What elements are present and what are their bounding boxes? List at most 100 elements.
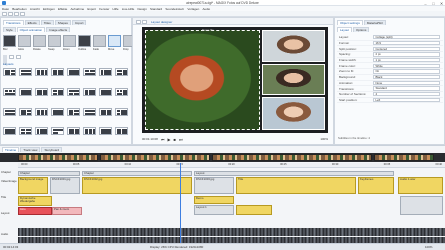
layout-thumbnail[interactable] xyxy=(67,68,80,76)
effect-rotate-tile[interactable] xyxy=(33,35,46,47)
tab-titles[interactable]: Titles xyxy=(40,20,54,25)
menu-templates[interactable]: Vorlagen xyxy=(187,7,199,11)
layout-sub-clip[interactable]: Layout 1 xyxy=(194,205,234,215)
undo-icon[interactable] xyxy=(2,12,7,16)
tab-options[interactable]: Options xyxy=(353,27,370,32)
layout-thumbnail[interactable] xyxy=(83,68,96,76)
prop-start-value[interactable]: Left xyxy=(373,97,440,102)
tab-transitions[interactable]: Transitions xyxy=(3,20,24,25)
layout-thumbnail[interactable] xyxy=(35,107,48,116)
prop-spacing-value[interactable]: 2 px xyxy=(373,52,440,57)
tab-object-settings[interactable]: Object settings xyxy=(337,20,363,25)
tab-material[interactable]: Material/Stil xyxy=(363,20,386,25)
fit-icon[interactable] xyxy=(136,19,141,24)
minimize-button[interactable]: – xyxy=(422,1,429,6)
effect-glow-tile[interactable] xyxy=(18,35,31,47)
keyframe-clip[interactable]: Keyframes xyxy=(358,177,394,194)
background-clip[interactable]: Background image xyxy=(18,177,48,194)
layout-thumbnail[interactable] xyxy=(99,127,112,136)
effect-move-tile[interactable] xyxy=(108,35,121,47)
effect-zoom-tile[interactable] xyxy=(63,35,76,47)
layout-thumbnail[interactable] xyxy=(3,127,16,136)
layout-thumbnail[interactable] xyxy=(99,68,112,76)
menu-record[interactable]: Aufnahme xyxy=(70,7,84,11)
prop-animation-value[interactable]: None xyxy=(373,80,440,85)
menu-audio[interactable]: Audio xyxy=(202,7,210,11)
rewind-icon[interactable]: ⏮ xyxy=(161,137,165,142)
layout-sub-clip[interactable] xyxy=(236,205,272,215)
menu-edit[interactable]: Bearbeiten xyxy=(12,7,27,11)
layout-thumbnail[interactable] xyxy=(35,127,48,136)
layout-thumbnail[interactable] xyxy=(35,87,48,96)
zoom-level[interactable]: 100% xyxy=(320,137,328,141)
time-ruler[interactable]: 00:00 00:05 00:10 00:15 00:20 00:25 00:3… xyxy=(18,163,445,168)
menu-export[interactable]: Export xyxy=(87,7,96,11)
settings-icon[interactable] xyxy=(20,12,25,16)
menu-sound[interactable]: Soundeinstell. xyxy=(165,7,184,11)
side-photo-middle[interactable] xyxy=(262,64,325,95)
title-clip[interactable]: Title xyxy=(236,177,356,194)
redo-icon[interactable] xyxy=(8,12,13,16)
preview-screen[interactable]: Demo file xyxy=(142,27,328,133)
prop-sections-value[interactable]: 4 xyxy=(373,92,440,97)
layout-thumbnail[interactable] xyxy=(19,127,32,136)
layout-thumbnail[interactable] xyxy=(99,87,112,96)
save-icon[interactable] xyxy=(14,12,19,16)
menu-live-help[interactable]: Live-Hilfe xyxy=(122,7,135,11)
side-photo-bottom[interactable] xyxy=(262,97,325,130)
image-clip[interactable]: DSCF1003.jpg xyxy=(194,177,234,194)
prop-transitions-value[interactable]: Standard xyxy=(373,86,440,91)
demo-clip[interactable]: Demo xyxy=(194,196,234,204)
dynamic-clip[interactable]: Dynamische Wiedergabe xyxy=(18,196,52,206)
menu-effects[interactable]: Effekte xyxy=(58,7,67,11)
close-button[interactable]: ✕ xyxy=(438,1,445,6)
tab-image-effects[interactable]: Image effects xyxy=(46,27,71,32)
menu-window[interactable]: Fenster xyxy=(99,7,109,11)
layout-thumbnail[interactable] xyxy=(3,87,16,96)
forward-icon[interactable]: ⏭ xyxy=(179,137,183,142)
layout-thumbnail[interactable] xyxy=(51,87,64,96)
effect-fade-tile[interactable] xyxy=(93,35,106,47)
layout-thumbnail[interactable] xyxy=(83,87,96,96)
tab-layout[interactable]: Layout xyxy=(337,27,353,32)
chapter-clip[interactable]: Chapter xyxy=(82,171,192,176)
prop-background-value[interactable]: Black xyxy=(373,75,440,80)
layout-designer-label[interactable]: Layout designer xyxy=(151,20,172,24)
side-photo-top[interactable] xyxy=(262,30,325,62)
menu-design[interactable]: Design xyxy=(137,7,146,11)
overview-strip[interactable] xyxy=(0,153,445,162)
layout-thumbnail[interactable] xyxy=(3,68,16,76)
layout-thumbnail[interactable] xyxy=(83,127,96,136)
layout-thumbnail[interactable] xyxy=(115,127,128,136)
effect-blur-tile[interactable] xyxy=(3,35,16,47)
prop-zoom-value[interactable]: On xyxy=(373,69,440,74)
audio-waveform[interactable] xyxy=(18,228,445,236)
pan-zoom-clip[interactable]: Pan & zoom xyxy=(52,207,82,215)
layout-thumbnail[interactable] xyxy=(83,107,96,116)
play-icon[interactable]: ▶ xyxy=(167,137,170,142)
tab-storyboard[interactable]: Storyboard xyxy=(41,147,63,152)
grid-view-icon[interactable] xyxy=(9,55,14,59)
selection-frame[interactable] xyxy=(145,30,260,130)
layout-thumbnail[interactable] xyxy=(67,127,80,136)
layout-thumbnail[interactable] xyxy=(115,87,128,96)
grid-icon[interactable] xyxy=(142,19,147,24)
prop-format-value[interactable]: 16:9 xyxy=(373,40,440,46)
image-clip[interactable]: DSCF1002.jpg xyxy=(82,177,192,194)
layout-thumbnail[interactable] xyxy=(51,107,64,116)
layout-thumbnail[interactable] xyxy=(19,68,32,76)
tab-shapes[interactable]: Shapes xyxy=(54,20,71,25)
layout-thumbnail[interactable] xyxy=(19,87,32,96)
tab-style[interactable]: Style xyxy=(3,27,16,32)
layout-thumbnail[interactable] xyxy=(115,107,128,116)
end-clip[interactable] xyxy=(400,196,443,215)
menu-view[interactable]: Ansicht xyxy=(30,7,40,11)
menu-standard[interactable]: Standard xyxy=(150,7,162,11)
menu-help[interactable]: Hilfe xyxy=(113,7,119,11)
layout-thumbnail[interactable] xyxy=(115,68,128,76)
tab-import[interactable]: Import xyxy=(71,20,87,25)
tab-effects[interactable]: Effects xyxy=(24,20,40,25)
stop-icon[interactable]: ■ xyxy=(174,137,176,142)
menu-insert[interactable]: Einfügen xyxy=(43,7,55,11)
chapter-clip[interactable]: Chapter xyxy=(18,171,80,176)
